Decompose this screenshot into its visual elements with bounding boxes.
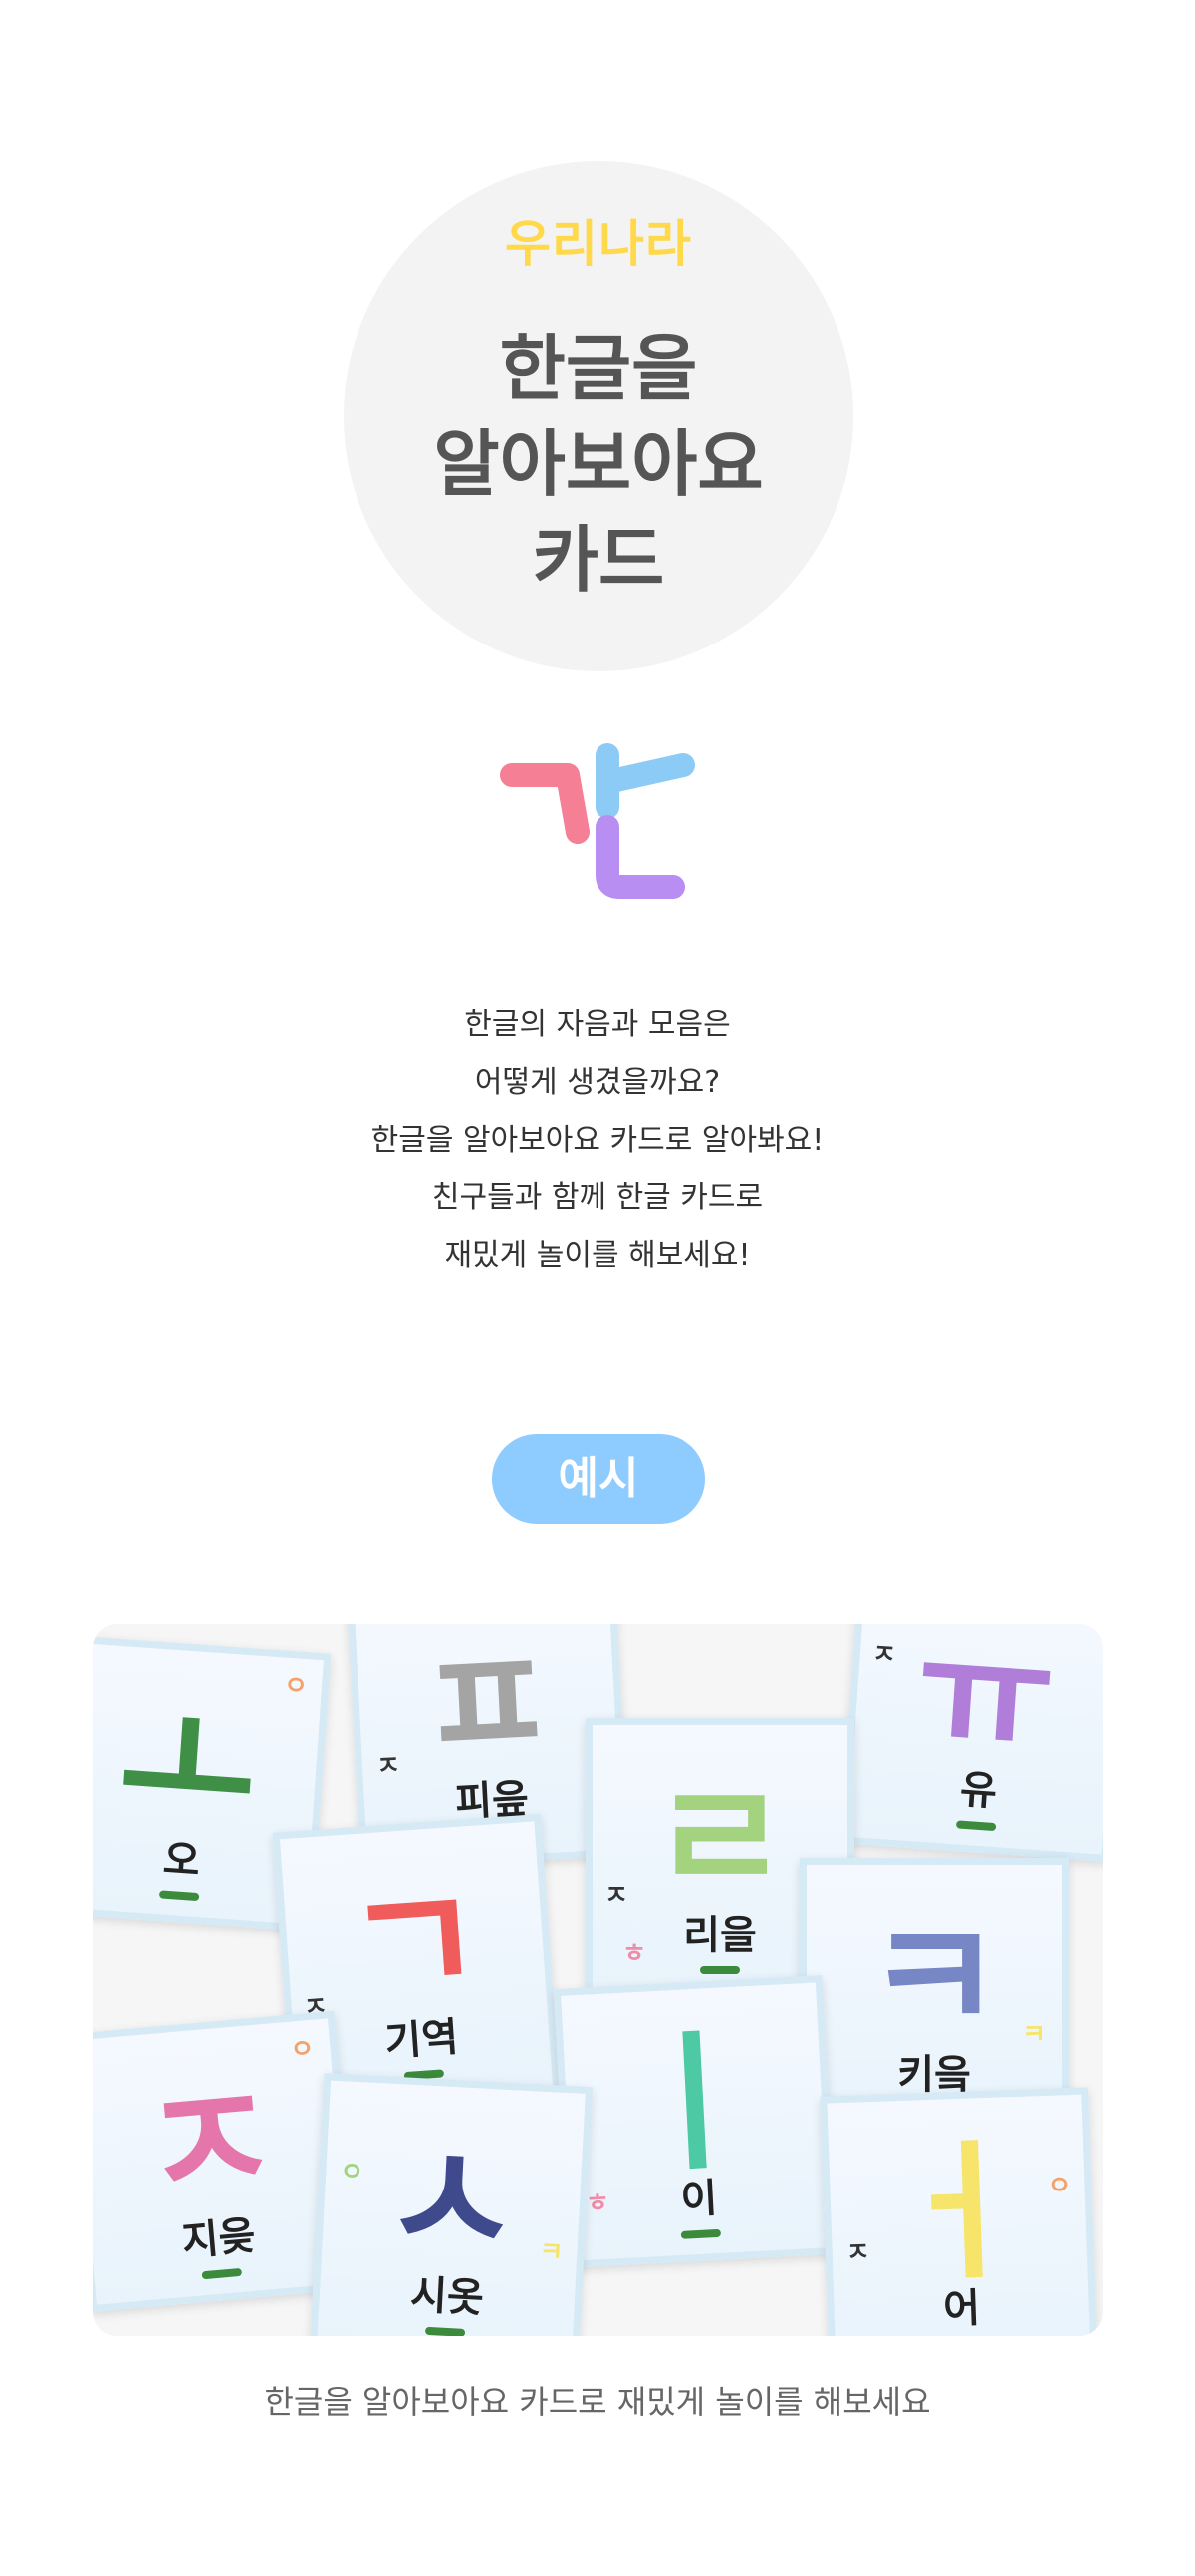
card-siot: ㅅ 시옷 ㅇ ㅋ [309,2073,594,2336]
intro-line-2: 어떻게 생겼을까요? [474,1065,721,1100]
card-yu: ㅠ 유 ㅈ [839,1624,1103,1863]
intro-text: 한글의 자음과 모음은 어떻게 생겼을까요? 한글을 알아보아요 카드로 알아봐… [299,996,896,1285]
hero-title-line-2: 알아보아요 [433,422,764,506]
card-name: 시옷 [408,2271,485,2322]
card-name: 어 [942,2285,981,2333]
card-eo: ㅓ 어 ㅈ ㅇ [820,2087,1098,2336]
logo-stroke-d [596,815,685,899]
card-corner-jamo: ㅈ [604,1881,628,1911]
card-stand [700,1966,740,1974]
card-stand [680,2228,722,2239]
card-corner-jamo: ㅇ [289,2033,316,2066]
hero-subtitle: 우리나라 [505,215,692,273]
card-corner-jamo: ㅈ [845,2237,871,2268]
card-corner-jamo: ㅎ [585,2188,610,2219]
logo-stroke-g [500,763,590,844]
card-corner-jamo: ㅈ [870,1639,897,1671]
card-corner-jamo: ㅎ [622,1939,646,1969]
hero-title-line-1: 한글을 [499,327,698,410]
card-i: ㅣ 이 ㅎ [553,1975,837,2268]
card-corner-jamo: ㅇ [339,2157,365,2189]
card-stand [201,2267,243,2280]
hero-title-line-3: 카드 [532,518,665,602]
example-badge: 예시 [492,1434,705,1524]
card-corner-jamo: ㅋ [1022,2020,1046,2050]
example-card-collage: ㅗ 오 ㅇ ㅍ 피읖 ㅈ ㅠ 유 ㅈ ㄹ 리을 ㅈ ㅎ ㅋ 키읔 ㅋ ㄱ 기역 … [93,1624,1103,2336]
intro-line-3: 한글을 알아보아요 카드로 알아봐요! [370,1123,825,1158]
card-stand [158,1890,200,1902]
intro-line-1: 한글의 자음과 모음은 [464,1007,731,1042]
intro-line-5: 재밌게 놀이를 해보세요! [444,1238,751,1273]
hangul-logo-mark: 갇 [500,743,695,899]
collage-caption: 한글을 알아보아요 카드로 재밌게 놀이를 해보세요 [264,2383,931,2421]
intro-line-4: 친구들과 함께 한글 카드로 [431,1180,764,1215]
card-corner-jamo: ㅋ [538,2236,565,2268]
card-corner-jamo: ㅇ [283,1671,310,1703]
card-stand [955,1820,997,1832]
card-corner-jamo: ㅈ [375,1750,401,1782]
card-stand [424,2326,466,2336]
logo-stroke-a [596,743,695,819]
card-corner-jamo: ㅇ [1047,2171,1072,2201]
